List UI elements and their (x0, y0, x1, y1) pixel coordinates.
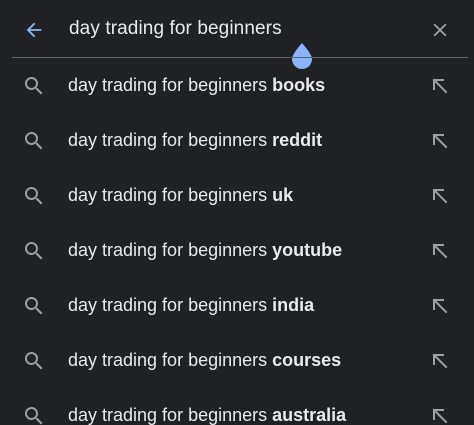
suggestion-text: day trading for beginners youtube (68, 240, 342, 261)
suggestion-item-reddit[interactable]: day trading for beginners reddit (0, 113, 474, 168)
suggestion-text: day trading for beginners uk (68, 185, 293, 206)
suggestion-prefix: day trading for beginners (68, 185, 273, 205)
arrow-up-left-icon[interactable] (428, 239, 452, 263)
suggestion-text: day trading for beginners reddit (68, 130, 322, 151)
suggestion-prefix: day trading for beginners (68, 240, 273, 260)
arrow-up-left-icon[interactable] (428, 294, 452, 318)
arrow-up-left-icon[interactable] (428, 184, 452, 208)
suggestion-completion: reddit (272, 130, 323, 150)
suggestion-prefix: day trading for beginners (68, 350, 273, 370)
search-icon (25, 297, 43, 315)
suggestion-completion: youtube (272, 240, 343, 260)
suggestion-text: day trading for beginners books (68, 75, 325, 96)
arrow-up-left-icon[interactable] (428, 74, 452, 98)
suggestion-text: day trading for beginners courses (68, 350, 341, 371)
search-icon (25, 242, 43, 260)
suggestion-item-india[interactable]: day trading for beginners india (0, 278, 474, 333)
suggestion-item-australia[interactable]: day trading for beginners australia (0, 388, 474, 425)
search-suggestions-screen: day trading for beginners day trading fo… (0, 0, 474, 425)
arrow-up-left-icon[interactable] (428, 404, 452, 425)
suggestion-completion: australia (272, 405, 347, 425)
clear-search-button[interactable] (424, 14, 456, 46)
search-icon (25, 187, 43, 205)
suggestion-prefix: day trading for beginners (68, 405, 273, 425)
suggestion-item-books[interactable]: day trading for beginners books (0, 58, 474, 113)
suggestion-completion: courses (272, 350, 342, 370)
arrow-up-left-icon[interactable] (428, 129, 452, 153)
suggestion-prefix: day trading for beginners (68, 75, 273, 95)
suggestion-completion: books (272, 75, 326, 95)
suggestion-completion: india (272, 295, 315, 315)
back-button[interactable] (18, 14, 50, 46)
suggestion-item-youtube[interactable]: day trading for beginners youtube (0, 223, 474, 278)
suggestion-item-uk[interactable]: day trading for beginners uk (0, 168, 474, 223)
arrow-back-icon (26, 22, 42, 38)
search-input[interactable]: day trading for beginners (69, 18, 282, 40)
close-icon (433, 23, 447, 37)
suggestion-prefix: day trading for beginners (68, 295, 273, 315)
search-icon (25, 132, 43, 150)
arrow-up-left-icon[interactable] (428, 349, 452, 373)
search-icon (25, 352, 43, 370)
search-icon (25, 77, 43, 95)
suggestion-text: day trading for beginners australia (68, 405, 346, 425)
suggestion-list: day trading for beginners books day trad… (0, 58, 474, 425)
suggestion-text: day trading for beginners india (68, 295, 314, 316)
search-bar: day trading for beginners (0, 0, 474, 69)
suggestion-prefix: day trading for beginners (68, 130, 273, 150)
search-icon (25, 407, 43, 425)
suggestion-item-courses[interactable]: day trading for beginners courses (0, 333, 474, 388)
suggestion-completion: uk (272, 185, 294, 205)
